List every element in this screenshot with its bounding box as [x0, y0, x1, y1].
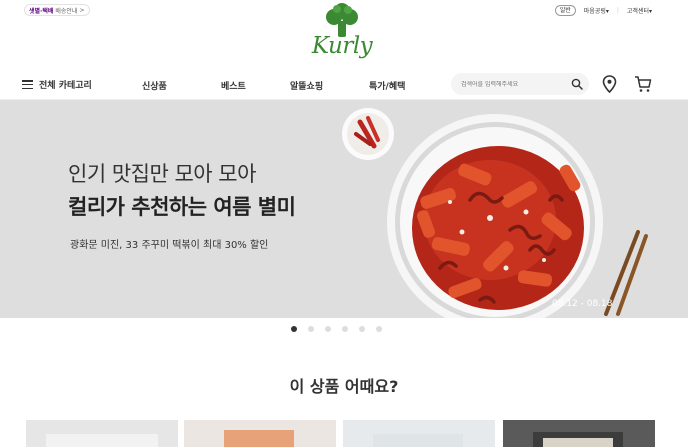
- product-card[interactable]: [184, 420, 336, 447]
- all-categories-button[interactable]: 전체 카테고리: [22, 78, 92, 91]
- banner-subtitle: 광화문 미진, 33 주꾸미 떡볶이 최대 30% 할인: [70, 240, 269, 251]
- banner-dates: 08.12 - 08.18: [552, 299, 613, 309]
- product-image: [184, 420, 336, 447]
- banner-title: 컬리가 추천하는 여름 별미: [68, 195, 296, 219]
- location-pin-icon[interactable]: [602, 75, 617, 93]
- pagination-dot[interactable]: [359, 326, 365, 332]
- product-image: [503, 420, 655, 447]
- delivery-info-link[interactable]: 샛별·택배 배송안내 >: [24, 4, 90, 16]
- logo-text: Kurly: [311, 33, 373, 59]
- pagination-dot[interactable]: [376, 326, 382, 332]
- search-box: [451, 73, 589, 95]
- banner-headline: 인기 맛집만 모아 모아: [68, 162, 256, 186]
- banner-pagination: [291, 326, 382, 332]
- search-icon[interactable]: [571, 78, 583, 90]
- kurly-logo[interactable]: Kurly: [304, 3, 380, 69]
- product-image: [26, 420, 178, 447]
- delivery-label: 배송안내: [55, 7, 78, 15]
- util-divider: |: [616, 7, 619, 14]
- search-input[interactable]: [461, 80, 565, 88]
- menu-new[interactable]: 신상품: [142, 79, 167, 92]
- product-card[interactable]: [343, 420, 495, 447]
- pagination-dot[interactable]: [325, 326, 331, 332]
- hamburger-icon: [22, 80, 33, 89]
- menu-best[interactable]: 베스트: [221, 79, 246, 92]
- gnb: 전체 카테고리 신상품 베스트 알뜰쇼핑 특가/혜택: [0, 70, 688, 100]
- product-image: [343, 420, 495, 447]
- signup-link[interactable]: 일반: [554, 5, 576, 16]
- menu-special[interactable]: 특가/혜택: [369, 79, 405, 92]
- pagination-dot[interactable]: [342, 326, 348, 332]
- delivery-highlight: 샛별·택배: [29, 7, 54, 15]
- all-categories-label: 전체 카테고리: [39, 81, 92, 91]
- tteokbokki-image: [342, 108, 648, 318]
- product-card[interactable]: [503, 420, 655, 447]
- product-card[interactable]: [26, 420, 178, 447]
- cart-icon[interactable]: [634, 75, 652, 93]
- menu-saving[interactable]: 알뜰쇼핑: [290, 79, 323, 92]
- section-title: 이 상품 어때요?: [289, 377, 399, 396]
- page: 샛별·택배 배송안내 > 일반 마음공링▾ | 고객센터▾ Kurly 전체 카…: [0, 0, 688, 447]
- util-links: 일반 마음공링▾ | 고객센터▾: [554, 5, 652, 16]
- login-link[interactable]: 마음공링▾: [584, 6, 609, 15]
- chevron-right-icon: >: [79, 6, 85, 14]
- customer-center-link[interactable]: 고객센터▾: [627, 6, 652, 15]
- main-banner[interactable]: 인기 맛집만 모아 모아 컬리가 추천하는 여름 별미 광화문 미진, 33 주…: [0, 100, 688, 318]
- pagination-dot[interactable]: [308, 326, 314, 332]
- pagination-dot[interactable]: [291, 326, 297, 332]
